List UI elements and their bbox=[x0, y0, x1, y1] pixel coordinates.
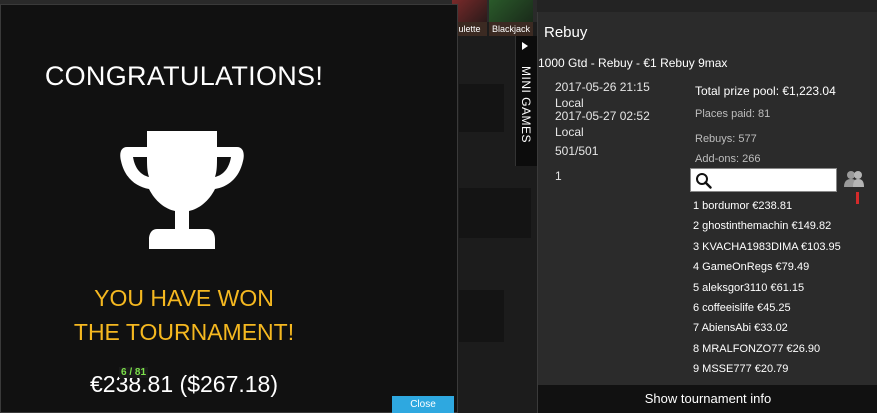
game-label: Blackjack bbox=[491, 24, 530, 34]
tournament-panel: Rebuy 1000 Gtd - Rebuy - €1 Rebuy 9max 2… bbox=[537, 12, 877, 413]
tournament-name: 1000 Gtd - Rebuy - €1 Rebuy 9max bbox=[538, 56, 728, 70]
game-blackjack[interactable]: Blackjack bbox=[489, 0, 533, 36]
play-arrow-icon bbox=[522, 42, 528, 50]
player-search[interactable] bbox=[690, 168, 837, 192]
poker-client-window: ulette Blackjack MINI GAMES CONGRATULATI… bbox=[0, 0, 877, 413]
rebuys-count: Rebuys: 577 bbox=[695, 133, 757, 145]
leaderboard-list: 1 bordumor €238.81 2 ghostinthemachin €1… bbox=[693, 196, 861, 380]
tournament-won-dialog: CONGRATULATIONS! YOU HAVE WON THE TOURNA… bbox=[0, 4, 458, 413]
start-zone: Local bbox=[555, 96, 584, 110]
won-message-line2: THE TOURNAMENT! bbox=[73, 319, 295, 345]
trophy-icon bbox=[120, 131, 244, 249]
list-item: 9 MSSE777 €20.79 bbox=[693, 363, 789, 376]
list-item: 4 GameOnRegs €79.49 bbox=[693, 261, 810, 274]
list-item: 8 MRALFONZO77 €26.90 bbox=[693, 342, 821, 355]
players-icon[interactable] bbox=[843, 170, 865, 188]
search-icon bbox=[696, 173, 712, 189]
panel-title: Rebuy bbox=[544, 24, 588, 41]
prize-amount: €238.81 ($267.18) bbox=[90, 371, 278, 397]
list-item: 1 bordumor €238.81 bbox=[693, 200, 793, 212]
entries-count: 501/501 bbox=[555, 144, 599, 158]
search-input[interactable] bbox=[717, 171, 833, 189]
bg-panel bbox=[459, 290, 504, 342]
list-item: 7 AbiensAbi €33.02 bbox=[693, 322, 788, 335]
addons-count: Add-ons: 266 bbox=[695, 153, 761, 165]
bg-panel bbox=[459, 188, 531, 238]
bg-panel bbox=[459, 84, 504, 132]
dialog-title: CONGRATULATIONS! bbox=[44, 61, 324, 91]
total-prize-pool: Total prize pool: €1,223.04 bbox=[695, 84, 836, 98]
list-item: 2 ghostinthemachin €149.82 bbox=[693, 220, 832, 233]
close-button[interactable]: Close bbox=[392, 396, 454, 413]
finish-position: 1 bbox=[555, 169, 562, 183]
mini-games-label: MINI GAMES bbox=[519, 66, 533, 144]
seat-badge: 6 / 81 bbox=[119, 367, 149, 378]
start-time: 2017-05-26 21:15 bbox=[555, 80, 650, 94]
end-zone: Local bbox=[555, 125, 584, 139]
show-tournament-info-button[interactable]: Show tournament info bbox=[538, 385, 877, 413]
mini-games-tab[interactable]: MINI GAMES bbox=[515, 36, 537, 166]
end-time: 2017-05-27 02:52 bbox=[555, 109, 650, 123]
places-paid: Places paid: 81 bbox=[695, 108, 771, 120]
blackjack-icon bbox=[489, 0, 533, 22]
won-message-line1: YOU HAVE WON bbox=[94, 285, 274, 311]
list-item: 3 KVACHA1983DIMA €103.95 bbox=[693, 240, 841, 253]
list-item: 6 coffeeislife €45.25 bbox=[693, 301, 791, 314]
list-item: 5 aleksgor3110 €61.15 bbox=[693, 281, 805, 294]
